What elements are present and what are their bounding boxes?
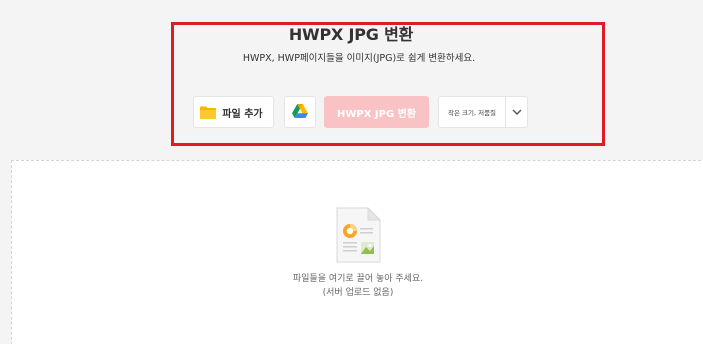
add-file-button[interactable]: 파일 추가 [193, 96, 274, 128]
quality-select[interactable]: 작은 크기, 저품질 [438, 96, 528, 128]
folder-icon [200, 106, 217, 119]
page: HWPX JPG 변환 HWPX, HWP페이지들을 이미지(JPG)로 쉽게 … [0, 0, 703, 344]
drop-instructions: 파일들을 여기로 끌어 놓아 주세요. (서버 업로드 없음) [200, 272, 516, 300]
convert-button[interactable]: HWPX JPG 변환 [324, 96, 429, 128]
document-image-icon [335, 206, 382, 263]
drop-instruction-line2: (서버 업로드 없음) [322, 288, 394, 298]
google-drive-button[interactable] [284, 96, 316, 128]
page-title: HWPX JPG 변환 [288, 25, 414, 44]
google-drive-icon [292, 103, 308, 121]
drop-instruction-line1: 파일들을 여기로 끌어 놓아 주세요. [292, 274, 424, 284]
page-subtitle: HWPX, HWP페이지들을 이미지(JPG)로 쉽게 변환하세요. [242, 53, 476, 64]
chevron-down-icon [512, 109, 521, 115]
add-file-label: 파일 추가 [222, 108, 263, 120]
quality-dropdown-toggle[interactable] [505, 97, 527, 127]
quality-selected-value: 작은 크기, 저품질 [447, 109, 497, 117]
